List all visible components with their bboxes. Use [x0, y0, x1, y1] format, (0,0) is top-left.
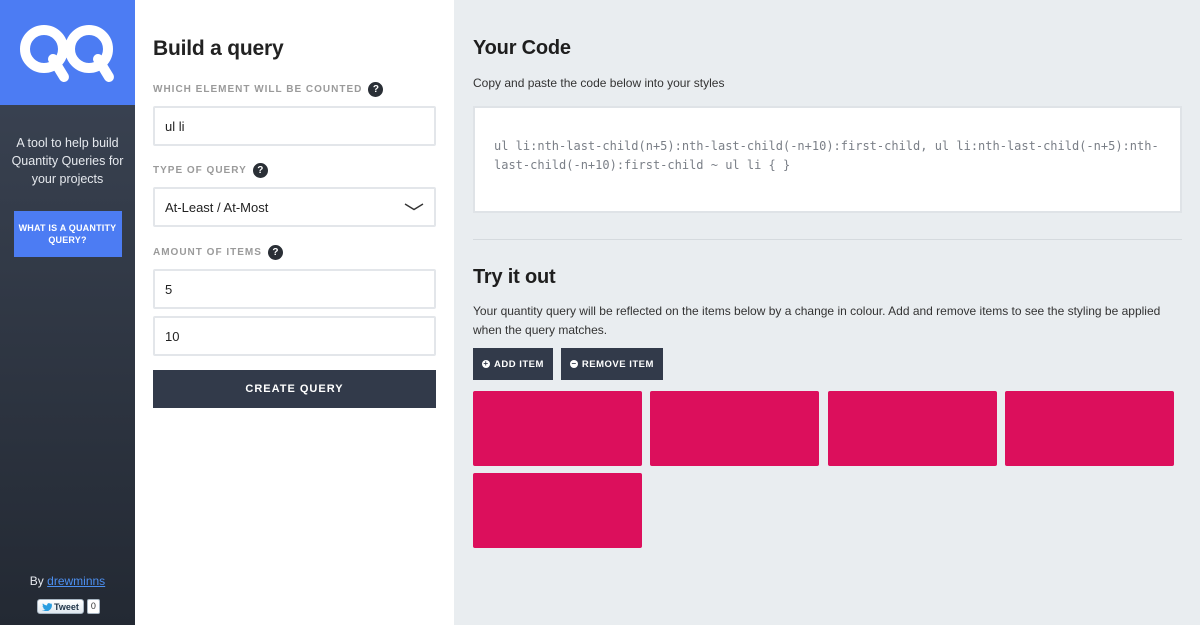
add-item-button[interactable]: + ADD ITEM [473, 348, 553, 380]
section-divider [473, 239, 1182, 240]
try-it-out-title: Try it out [473, 266, 556, 288]
code-instruction: Copy and paste the code below into your … [473, 76, 725, 90]
author-byline: By drewminns [0, 574, 135, 588]
demo-item [473, 391, 642, 466]
demo-item [1004, 391, 1174, 466]
try-description: Your quantity query will be reflected on… [473, 304, 1161, 337]
add-item-label: ADD ITEM [494, 358, 544, 370]
your-code-title: Your Code [473, 37, 571, 59]
demo-item [650, 391, 820, 466]
tweet-widget: Tweet 0 [37, 599, 100, 614]
item-controls: + ADD ITEM − REMOVE ITEM [473, 348, 1200, 380]
element-label: WHICH ELEMENT WILL BE COUNTED ? [153, 82, 436, 97]
remove-item-label: REMOVE ITEM [581, 358, 654, 370]
sidebar-tagline: A tool to help build Quantity Queries fo… [11, 136, 124, 186]
chevron-down-icon [404, 203, 424, 211]
build-query-title: Build a query [153, 37, 284, 60]
tweet-button[interactable]: Tweet [37, 599, 84, 614]
query-type-select[interactable]: At-Least / At-Most [153, 187, 436, 227]
query-type-label-text: TYPE OF QUERY [153, 165, 247, 176]
qq-logo[interactable] [0, 0, 135, 105]
element-label-text: WHICH ELEMENT WILL BE COUNTED [153, 84, 363, 95]
tweet-label: Tweet [54, 601, 79, 612]
amount-label-text: AMOUNT OF ITEMS [153, 247, 262, 258]
plus-icon: + [482, 359, 490, 368]
remove-item-button[interactable]: − REMOVE ITEM [560, 348, 663, 380]
sidebar: A tool to help build Quantity Queries fo… [0, 0, 135, 625]
amount-min-input[interactable]: 5 [153, 269, 436, 309]
query-type-label: TYPE OF QUERY ? [153, 163, 436, 178]
create-query-button[interactable]: CREATE QUERY [153, 370, 436, 408]
twitter-bird-icon [42, 602, 52, 611]
main-content: Your Code Copy and paste the code below … [454, 0, 1200, 625]
demo-item [473, 473, 642, 548]
tweet-count: 0 [86, 599, 100, 614]
author-link[interactable]: drewminns [47, 574, 105, 588]
amount-max-input[interactable]: 10 [153, 316, 436, 356]
query-builder-panel: Build a query WHICH ELEMENT WILL BE COUN… [135, 0, 454, 625]
minus-icon: − [569, 359, 578, 368]
element-input[interactable]: ul li [153, 106, 436, 146]
qq-logo-icon [19, 24, 114, 82]
help-icon[interactable]: ? [267, 245, 283, 260]
query-type-value: At-Least / At-Most [165, 199, 269, 215]
code-output[interactable]: ul li:nth-last-child(n+5):nth-last-child… [473, 106, 1182, 213]
amount-label: AMOUNT OF ITEMS ? [153, 245, 436, 260]
by-label: By [29, 574, 44, 588]
demo-item [827, 391, 997, 466]
help-icon[interactable]: ? [252, 163, 268, 178]
what-is-quantity-query-button[interactable]: WHAT IS A QUANTITY QUERY? [13, 211, 122, 257]
help-icon[interactable]: ? [368, 82, 384, 97]
